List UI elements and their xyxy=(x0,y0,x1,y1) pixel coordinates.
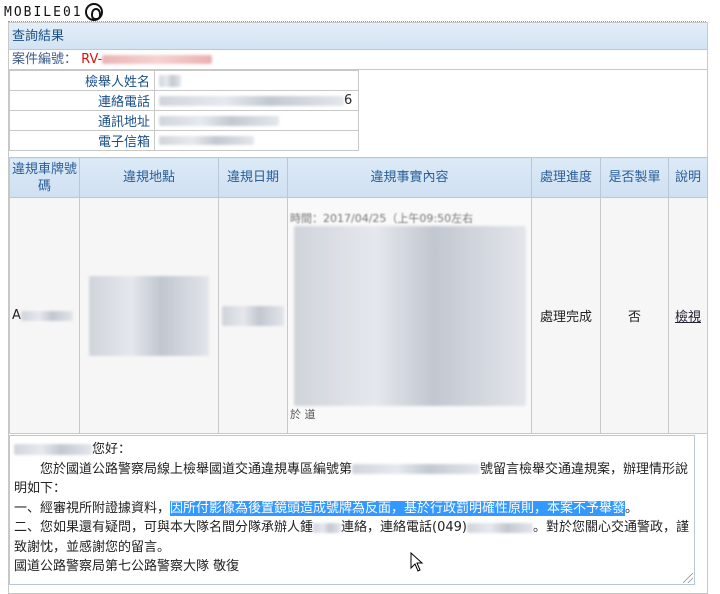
case-number-label: 案件編號： xyxy=(12,52,78,67)
resize-handle-icon[interactable] xyxy=(683,573,693,583)
reply-greeting: 您好： xyxy=(14,440,690,460)
reporter-name-value xyxy=(154,70,359,91)
table-row: A 時間：2017/04/25（上午09:50左右 於 道 處理完成 否 檢視 xyxy=(9,197,708,434)
reporter-phone-row: 連絡電話 6 xyxy=(9,90,359,111)
reporter-address-row: 通訊地址 xyxy=(9,110,359,131)
view-details-link[interactable]: 檢視 xyxy=(675,310,701,325)
highlighted-decision: 因所付影像為後置鏡頭造成號牌為反面，基於行政罰明確性原則，本案不予舉發 xyxy=(170,500,626,516)
redacted-email xyxy=(159,136,254,145)
reporter-info-table: 檢舉人姓名 連絡電話 6 通訊地址 電子信箱 xyxy=(9,70,359,151)
redacted-phone xyxy=(159,95,344,106)
reporter-phone-value: 6 xyxy=(154,90,359,111)
location-cell xyxy=(79,197,219,434)
reporter-address-value xyxy=(154,110,359,131)
content-cell: 時間：2017/04/25（上午09:50左右 於 道 xyxy=(287,197,532,434)
ticket-cell: 否 xyxy=(600,197,669,434)
reporter-address-label: 通訊地址 xyxy=(9,110,155,131)
redacted-date xyxy=(222,305,284,326)
reporter-name-label: 檢舉人姓名 xyxy=(9,70,155,91)
reply-textarea[interactable]: 您好： 您於國道公路警察局線上檢舉國道交通違規專區編號第 號留言檢舉交通違規案，辦… xyxy=(9,435,695,585)
partially-redacted-content-bottom: 於 道 xyxy=(290,407,316,421)
redacted-location xyxy=(89,275,209,356)
header-ticket: 是否製單 xyxy=(600,157,669,198)
reporter-email-label: 電子信箱 xyxy=(9,130,155,151)
partially-redacted-content-top: 時間：2017/04/25（上午09:50左右 xyxy=(290,211,474,225)
redacted-name xyxy=(159,74,181,87)
reply-paragraph-3: 二、您如果還有疑問，可與本大隊名間分隊承辦人鍾 連絡，連絡電話(049) 。對於您關… xyxy=(14,520,689,555)
reply-paragraph-1: 您於國道公路警察局線上檢舉國道交通違規專區編號第 號留言檢舉交通違規案，辦理情形說… xyxy=(14,461,689,497)
case-number-value: RV- xyxy=(81,52,213,67)
redacted-address xyxy=(159,115,279,126)
mouse-cursor-icon xyxy=(410,552,424,572)
header-plate: 違規車牌號碼 xyxy=(9,157,80,198)
redacted-plate xyxy=(20,310,73,321)
violation-table: 違規車牌號碼 違規地點 違規日期 違規事實內容 處理進度 是否製單 說明 A 時… xyxy=(9,157,708,434)
redacted-officer-name xyxy=(313,522,342,533)
case-number-row: 案件編號： RV- xyxy=(9,50,707,70)
reporter-phone-label: 連絡電話 xyxy=(9,90,155,111)
section-title: 查詢結果 xyxy=(9,23,707,50)
redacted-report-id xyxy=(352,464,481,474)
header-content: 違規事實內容 xyxy=(287,157,532,198)
redacted-recipient-name xyxy=(14,444,92,455)
violation-table-header: 違規車牌號碼 違規地點 違規日期 違規事實內容 處理進度 是否製單 說明 xyxy=(9,157,708,198)
header-date: 違規日期 xyxy=(218,157,288,198)
reporter-email-value xyxy=(154,130,359,151)
reporter-email-row: 電子信箱 xyxy=(9,130,359,151)
redacted-officer-phone xyxy=(466,522,533,533)
plate-cell: A xyxy=(9,197,80,434)
redacted-case-number xyxy=(102,55,213,64)
query-result-panel: 查詢結果 案件編號： RV- 檢舉人姓名 連絡電話 6 通訊地址 電子信箱 違規… xyxy=(8,22,708,594)
note-cell: 檢視 xyxy=(668,197,708,434)
reply-signature: 國道公路警察局第七公路警察大隊 敬復 xyxy=(14,559,240,574)
date-cell xyxy=(218,197,288,434)
header-note: 說明 xyxy=(668,157,708,198)
header-status: 處理進度 xyxy=(531,157,601,198)
reply-paragraph-2: 一、經審視所附證據資料，因所付影像為後置鏡頭造成號牌為反面，基於行政罰明確性原則… xyxy=(14,500,639,516)
header-location: 違規地點 xyxy=(79,157,219,198)
redacted-content xyxy=(293,225,526,406)
reporter-name-row: 檢舉人姓名 xyxy=(9,70,359,91)
status-cell: 處理完成 xyxy=(531,197,601,434)
